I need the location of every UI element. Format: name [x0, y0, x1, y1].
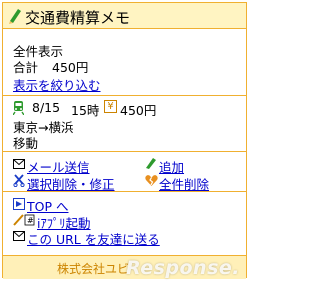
- page-title: 交通費精算メモ: [25, 9, 131, 27]
- mail-icon: [13, 231, 25, 241]
- train-icon: [13, 101, 24, 115]
- total-label: 合計: [13, 60, 39, 75]
- footer: 株式会社ユビ Response.: [3, 255, 246, 279]
- actions-section: メール送信 追加 選択削除・修正 全件削除: [3, 151, 246, 192]
- app-frame: 交通費精算メモ 全件表示 合計 450円 表示を絞り込む 8/15 15時 ¥ …: [2, 2, 247, 279]
- arrow-icon: [13, 198, 25, 210]
- expense-entry[interactable]: 8/15 15時 ¥ 450円 東京→横浜 移動: [3, 95, 246, 151]
- entry-category: 移動: [13, 136, 39, 151]
- yen-icon: ¥: [104, 100, 117, 113]
- nav-section: TOP へ # iｱﾌﾟﾘ起動 この URL を友達に送る: [3, 191, 246, 255]
- watermark: Response.: [126, 257, 240, 279]
- svg-text:#: #: [27, 216, 34, 225]
- entry-date: 8/15: [32, 100, 61, 115]
- entry-time: 15時: [71, 103, 100, 118]
- iappli-icon: #: [13, 214, 35, 226]
- filter-link[interactable]: 表示を絞り込む: [13, 75, 101, 94]
- company-name: 株式会社ユビ: [57, 262, 130, 276]
- total-value: 450円: [52, 60, 89, 75]
- summary-section: 全件表示 合計 450円 表示を絞り込む: [3, 29, 246, 95]
- app-header: 交通費精算メモ: [3, 3, 246, 29]
- broken-heart-icon: [145, 175, 158, 186]
- share-url-link[interactable]: この URL を友達に送る: [27, 229, 160, 248]
- pencil-icon: [9, 9, 21, 24]
- mail-icon: [13, 159, 25, 169]
- entry-amount: 450円: [120, 103, 157, 118]
- pencil-add-icon: [146, 158, 156, 169]
- scissors-icon: [13, 174, 25, 187]
